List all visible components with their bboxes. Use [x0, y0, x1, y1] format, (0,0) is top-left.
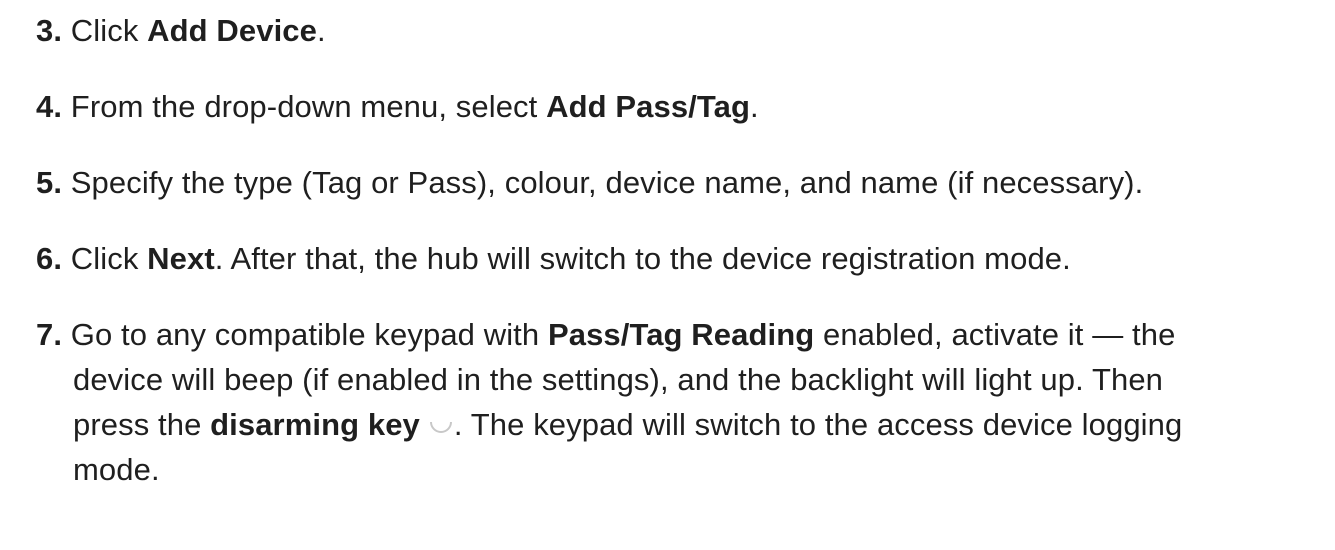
step-text: device will beep (if enabled in the sett…: [73, 362, 1164, 397]
step-4: 4. From the drop-down menu, select Add P…: [36, 84, 1326, 129]
step-number: 6.: [36, 241, 63, 276]
disarm-circle-icon: [428, 411, 454, 437]
step-line: mode.: [36, 447, 1326, 492]
step-text: enabled, activate it — the: [814, 317, 1176, 352]
step-text: Specify the type (Tag or Pass), colour, …: [70, 165, 1144, 200]
ui-term-add-device: Add Device: [147, 13, 317, 48]
step-number: 3.: [36, 13, 63, 48]
ui-term-disarming-key: disarming key: [210, 407, 420, 442]
step-number: 4.: [36, 89, 63, 124]
step-text: .: [750, 89, 759, 124]
step-text: Click: [70, 13, 148, 48]
step-7: 7. Go to any compatible keypad with Pass…: [36, 312, 1326, 492]
step-number: 5.: [36, 165, 63, 200]
step-line: device will beep (if enabled in the sett…: [36, 357, 1326, 402]
step-text: Click: [70, 241, 148, 276]
step-text: From the drop-down menu, select: [70, 89, 547, 124]
step-text: . The keypad will switch to the access d…: [453, 407, 1183, 442]
ui-term-add-pass-tag: Add Pass/Tag: [546, 89, 750, 124]
step-line: press the disarming key . The keypad will…: [36, 402, 1326, 447]
ui-term-pass-tag-reading: Pass/Tag Reading: [547, 317, 815, 352]
step-number: 7.: [36, 317, 63, 352]
step-5: 5. Specify the type (Tag or Pass), colou…: [36, 160, 1326, 205]
step-text: . After that, the hub will switch to the…: [214, 241, 1071, 276]
step-6: 6. Click Next. After that, the hub will …: [36, 236, 1326, 281]
step-line: 7. Go to any compatible keypad with Pass…: [36, 312, 1326, 357]
step-text: mode.: [73, 452, 160, 487]
step-text: .: [317, 13, 326, 48]
step-3: 3. Click Add Device.: [36, 8, 1326, 53]
step-text: press the: [73, 407, 211, 442]
step-text: Go to any compatible keypad with: [70, 317, 548, 352]
ui-term-next: Next: [147, 241, 215, 276]
